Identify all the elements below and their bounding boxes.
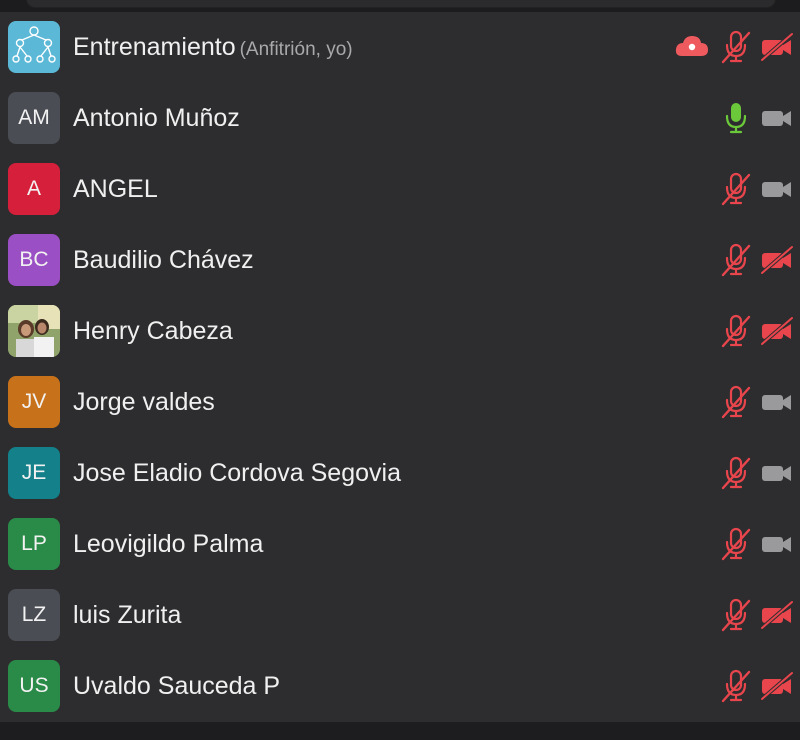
participant-name: Antonio Muñoz xyxy=(73,104,240,132)
microphone-muted-icon[interactable] xyxy=(720,172,752,206)
cloud-recording-icon[interactable] xyxy=(673,30,711,64)
avatar: LZ xyxy=(8,589,60,641)
avatar-initials: LZ xyxy=(21,603,47,626)
avatar: US xyxy=(8,660,60,712)
avatar: JV xyxy=(8,376,60,428)
participant-row[interactable]: Entrenamiento (Anfitrión, yo) xyxy=(0,12,800,83)
avatar-initials: JV xyxy=(21,390,47,413)
video-camera-off-icon[interactable] xyxy=(760,243,794,277)
microphone-muted-icon[interactable] xyxy=(720,385,752,419)
video-camera-off-icon[interactable] xyxy=(760,30,794,64)
participant-name-container: Baudilio Chávez xyxy=(73,225,254,296)
participant-name: ANGEL xyxy=(73,175,158,203)
avatar-initials: LP xyxy=(21,532,47,555)
participant-row[interactable]: LZ luis Zurita xyxy=(0,580,800,651)
avatar: AM xyxy=(8,92,60,144)
avatar-initials: A xyxy=(26,177,41,200)
participant-row[interactable]: LP Leovigildo Palma xyxy=(0,509,800,580)
participant-name: Henry Cabeza xyxy=(73,317,233,345)
participant-name: Jorge valdes xyxy=(73,388,215,416)
participant-name-container: luis Zurita xyxy=(73,580,181,651)
participant-name: Uvaldo Sauceda P xyxy=(73,672,281,700)
video-camera-off-icon[interactable] xyxy=(760,669,794,703)
participant-name-container: Antonio Muñoz xyxy=(73,83,240,154)
participant-row[interactable]: US Uvaldo Sauceda P xyxy=(0,651,800,722)
avatar-initials: AM xyxy=(18,106,50,129)
participant-row[interactable]: BC Baudilio Chávez xyxy=(0,225,800,296)
video-camera-icon[interactable] xyxy=(760,456,794,490)
participant-name-container: Entrenamiento (Anfitrión, yo) xyxy=(73,12,353,83)
video-camera-icon[interactable] xyxy=(760,385,794,419)
search-bar[interactable] xyxy=(26,0,776,8)
participant-row[interactable]: AM Antonio Muñoz xyxy=(0,83,800,154)
avatar-photo xyxy=(8,305,60,357)
host-tag: (Anfitrión, yo) xyxy=(239,39,353,60)
microphone-muted-icon[interactable] xyxy=(720,669,752,703)
video-camera-icon[interactable] xyxy=(760,101,794,135)
participant-name: Leovigildo Palma xyxy=(73,530,264,558)
participant-name-container: Henry Cabeza xyxy=(73,296,233,367)
bottom-bar xyxy=(0,722,800,740)
participant-list: Entrenamiento (Anfitrión, yo) AM Antonio Mu… xyxy=(0,12,800,722)
microphone-muted-icon[interactable] xyxy=(720,456,752,490)
microphone-muted-icon[interactable] xyxy=(720,243,752,277)
participant-row[interactable]: JE Jose Eladio Cordova Segovia xyxy=(0,438,800,509)
avatar: BC xyxy=(8,234,60,286)
avatar: LP xyxy=(8,518,60,570)
microphone-muted-icon[interactable] xyxy=(720,314,752,348)
avatar: A xyxy=(8,163,60,215)
avatar-initials: BC xyxy=(19,248,49,271)
participant-name: Jose Eladio Cordova Segovia xyxy=(73,459,401,487)
participant-row[interactable]: JV Jorge valdes xyxy=(0,367,800,438)
video-camera-off-icon[interactable] xyxy=(760,598,794,632)
video-camera-icon[interactable] xyxy=(760,172,794,206)
participant-name-container: Jorge valdes xyxy=(73,367,215,438)
microphone-icon[interactable] xyxy=(720,101,752,135)
participant-name: luis Zurita xyxy=(73,601,182,629)
video-camera-icon[interactable] xyxy=(760,527,794,561)
participant-name: Baudilio Chávez xyxy=(73,246,254,274)
participant-name: Entrenamiento xyxy=(73,33,236,61)
participant-name-container: Jose Eladio Cordova Segovia xyxy=(73,438,401,509)
participant-name-container: ANGEL xyxy=(73,154,158,225)
avatar-initials: US xyxy=(19,674,49,697)
microphone-muted-icon[interactable] xyxy=(720,527,752,561)
participant-row[interactable]: A ANGEL xyxy=(0,154,800,225)
video-camera-off-icon[interactable] xyxy=(760,314,794,348)
avatar: JE xyxy=(8,447,60,499)
avatar-logo xyxy=(8,21,60,73)
microphone-muted-icon[interactable] xyxy=(720,598,752,632)
participant-name-container: Uvaldo Sauceda P xyxy=(73,651,280,722)
avatar-initials: JE xyxy=(21,461,47,484)
microphone-muted-icon[interactable] xyxy=(720,30,752,64)
participant-row[interactable]: Henry Cabeza xyxy=(0,296,800,367)
participant-name-container: Leovigildo Palma xyxy=(73,509,263,580)
